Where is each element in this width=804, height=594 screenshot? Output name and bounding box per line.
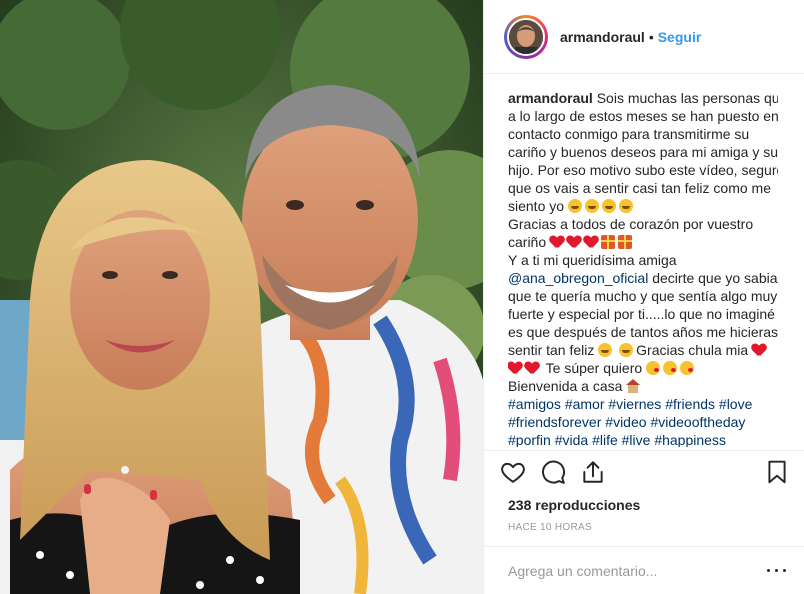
post-video[interactable] <box>0 0 483 594</box>
caption-text-line: que te quería mucho y que sentía algo mu… <box>508 288 778 304</box>
grin-emoji-icon <box>619 343 634 357</box>
caption-text-line: Gracias a todos de corazón por vuestro <box>508 216 754 232</box>
comment-bar <box>484 546 804 594</box>
hashtag-link[interactable]: #friends <box>665 396 715 412</box>
caption-text-line: Sois muchas las personas que <box>596 90 778 106</box>
caption-text-line: cariño y buenos deseos para mi amiga y s… <box>508 144 778 160</box>
share-button[interactable] <box>580 459 610 489</box>
header-username[interactable]: armandoraul <box>560 29 645 45</box>
post-video-frame <box>0 0 483 594</box>
hashtag-link[interactable]: #happiness <box>654 432 726 447</box>
hashtag-link[interactable]: #love <box>719 396 752 412</box>
heart-emoji-icon <box>567 235 581 249</box>
grin-emoji-icon <box>584 199 599 213</box>
hashtag-link[interactable]: #video <box>605 414 646 430</box>
hashtag-link[interactable]: #viernes <box>608 396 661 412</box>
post-caption: armandoraul Sois muchas las personas que… <box>508 89 778 447</box>
instagram-post: armandoraul • Seguir armandoraul Sois mu… <box>0 0 804 594</box>
grin-emoji-icon <box>567 199 582 213</box>
caption-text-line: cariño <box>508 234 547 250</box>
save-button[interactable] <box>764 459 794 489</box>
caption-text-line: hijo. Por eso motivo subo este vídeo, se… <box>508 162 778 178</box>
kiss-emoji-icon <box>680 361 695 375</box>
caption-text-line: a lo largo de estos meses se han puesto … <box>508 108 778 124</box>
post-timestamp[interactable]: HACE 10 HORAS <box>508 522 592 533</box>
hashtag-link[interactable]: #friendsforever <box>508 414 601 430</box>
caption-text-line: contacto conmigo para transmitirme su <box>508 126 750 142</box>
grin-emoji-icon <box>618 199 633 213</box>
hashtag-link[interactable]: #vida <box>555 432 588 447</box>
hashtag-link[interactable]: #videooftheday <box>650 414 745 430</box>
heart-emoji-icon <box>550 235 564 249</box>
caption-text-line: decirte que yo sabia <box>648 270 778 286</box>
avatar[interactable] <box>504 14 548 59</box>
house-emoji-icon <box>626 379 641 393</box>
caption-text-line: Gracias chula mia <box>636 342 749 358</box>
action-bar <box>500 459 790 489</box>
hashtag-link[interactable]: #life <box>592 432 618 447</box>
dot-icon <box>767 569 770 572</box>
mention-link[interactable]: @ana_obregon_oficial <box>508 270 648 286</box>
dot-icon <box>775 569 778 572</box>
separator-dot: • <box>648 28 654 45</box>
follow-button[interactable]: Seguir <box>658 29 702 45</box>
caption-text-line: Bienvenida a casa <box>508 378 623 394</box>
caption-text-line: Y a ti mi queridísima amiga <box>508 252 677 268</box>
view-count[interactable]: 238 reproducciones <box>508 497 640 513</box>
caption-text-line: es que después de tantos años me hiciera… <box>508 324 778 340</box>
caption-text-line: Te súper quiero <box>545 360 643 376</box>
heart-outline-icon <box>501 462 525 483</box>
caption-text-line: fuerte y especial por ti.....lo que no i… <box>508 306 775 322</box>
gift-emoji-icon <box>601 235 616 249</box>
hashtag-link[interactable]: #porfin <box>508 432 551 447</box>
post-header: armandoraul • Seguir <box>484 0 804 74</box>
hashtag-link[interactable]: #amigos <box>508 396 561 412</box>
hashtag-link[interactable]: #amor <box>565 396 605 412</box>
heart-emoji-icon <box>508 361 522 375</box>
hashtag-link[interactable]: #live <box>622 432 651 447</box>
share-upload-icon <box>583 461 603 483</box>
caption-text-line: sentir tan feliz <box>508 342 595 358</box>
like-button[interactable] <box>500 459 530 489</box>
avatar-image <box>509 19 543 54</box>
dot-icon <box>783 569 786 572</box>
grin-emoji-icon <box>598 343 613 357</box>
section-divider <box>484 450 804 451</box>
post-side-panel: armandoraul • Seguir armandoraul Sois mu… <box>483 0 804 594</box>
caption-text-line: siento yo <box>508 198 565 214</box>
bookmark-icon <box>768 460 786 484</box>
avatar-photo <box>507 17 545 56</box>
heart-emoji-icon <box>584 235 598 249</box>
comment-bubble-icon <box>542 460 565 484</box>
more-options-button[interactable] <box>765 559 789 581</box>
comment-button[interactable] <box>540 459 570 489</box>
caption-username[interactable]: armandoraul <box>508 90 593 106</box>
caption-text-line: que os vais a sentir casi tan feliz como… <box>508 180 772 196</box>
kiss-emoji-icon <box>646 361 661 375</box>
heart-emoji-icon <box>525 361 539 375</box>
gift-emoji-icon <box>618 235 633 249</box>
heart-emoji-icon <box>752 343 766 357</box>
comment-input[interactable] <box>508 561 738 581</box>
kiss-emoji-icon <box>663 361 678 375</box>
grin-emoji-icon <box>601 199 616 213</box>
